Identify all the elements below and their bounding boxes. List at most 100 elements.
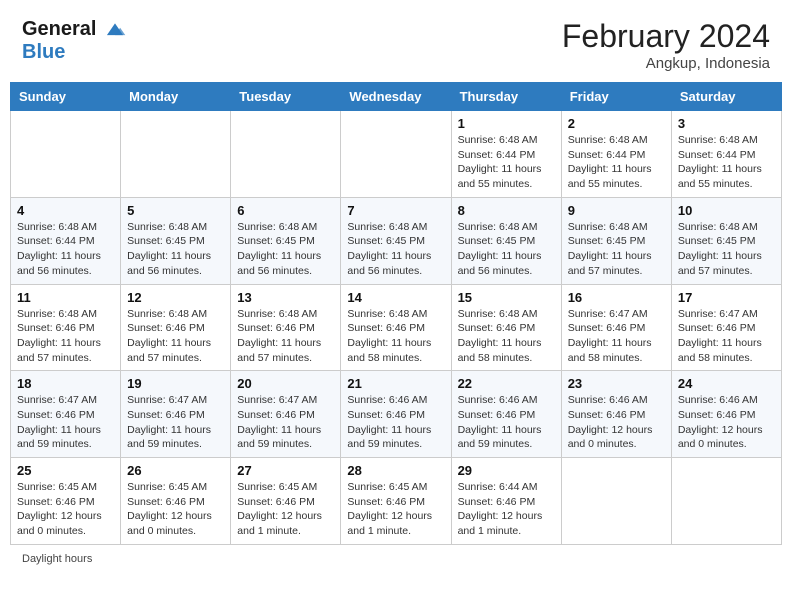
calendar-cell (121, 111, 231, 198)
day-info: Sunrise: 6:46 AMSunset: 6:46 PMDaylight:… (568, 393, 665, 452)
calendar-day-header: Friday (561, 83, 671, 111)
day-number: 17 (678, 290, 775, 305)
calendar-cell: 16 Sunrise: 6:47 AMSunset: 6:46 PMDayligh… (561, 284, 671, 371)
calendar-cell: 8 Sunrise: 6:48 AMSunset: 6:45 PMDaylight… (451, 197, 561, 284)
calendar-cell: 9 Sunrise: 6:48 AMSunset: 6:45 PMDaylight… (561, 197, 671, 284)
calendar-cell: 13 Sunrise: 6:48 AMSunset: 6:46 PMDayligh… (231, 284, 341, 371)
day-info: Sunrise: 6:48 AMSunset: 6:46 PMDaylight:… (458, 307, 555, 366)
calendar-day-header: Thursday (451, 83, 561, 111)
calendar-cell: 29 Sunrise: 6:44 AMSunset: 6:46 PMDayligh… (451, 458, 561, 545)
day-info: Sunrise: 6:45 AMSunset: 6:46 PMDaylight:… (127, 480, 224, 539)
calendar-week-row: 11 Sunrise: 6:48 AMSunset: 6:46 PMDayligh… (11, 284, 782, 371)
calendar-week-row: 4 Sunrise: 6:48 AMSunset: 6:44 PMDaylight… (11, 197, 782, 284)
calendar-day-header: Wednesday (341, 83, 451, 111)
day-number: 22 (458, 376, 555, 391)
calendar-cell: 23 Sunrise: 6:46 AMSunset: 6:46 PMDayligh… (561, 371, 671, 458)
day-number: 11 (17, 290, 114, 305)
calendar-cell (231, 111, 341, 198)
day-info: Sunrise: 6:48 AMSunset: 6:44 PMDaylight:… (17, 220, 114, 279)
day-number: 8 (458, 203, 555, 218)
calendar-cell: 15Sunrise: 6:48 AMSunset: 6:46 PMDayligh… (451, 284, 561, 371)
calendar-cell: 11Sunrise: 6:48 AMSunset: 6:46 PMDayligh… (11, 284, 121, 371)
day-number: 20 (237, 376, 334, 391)
calendar-week-row: 18Sunrise: 6:47 AMSunset: 6:46 PMDayligh… (11, 371, 782, 458)
calendar-cell: 26Sunrise: 6:45 AMSunset: 6:46 PMDayligh… (121, 458, 231, 545)
calendar-cell: 20 Sunrise: 6:47 AMSunset: 6:46 PMDayligh… (231, 371, 341, 458)
calendar-day-header: Tuesday (231, 83, 341, 111)
day-info: Sunrise: 6:48 AMSunset: 6:46 PMDaylight:… (237, 307, 334, 366)
calendar-cell: 1 Sunrise: 6:48 AMSunset: 6:44 PMDaylight… (451, 111, 561, 198)
day-info: Sunrise: 6:48 AMSunset: 6:46 PMDaylight:… (127, 307, 224, 366)
calendar-table: SundayMondayTuesdayWednesdayThursdayFrid… (10, 82, 782, 545)
day-info: Sunrise: 6:48 AMSunset: 6:45 PMDaylight:… (237, 220, 334, 279)
day-number: 9 (568, 203, 665, 218)
day-info: Sunrise: 6:48 AMSunset: 6:44 PMDaylight:… (458, 133, 555, 192)
day-info: Sunrise: 6:46 AMSunset: 6:46 PMDaylight:… (347, 393, 444, 452)
day-number: 29 (458, 463, 555, 478)
calendar-cell: 17Sunrise: 6:47 AMSunset: 6:46 PMDayligh… (671, 284, 781, 371)
calendar-cell: 10 Sunrise: 6:48 AMSunset: 6:45 PMDayligh… (671, 197, 781, 284)
title-block: February 2024 Angkup, Indonesia (562, 18, 770, 72)
day-info: Sunrise: 6:48 AMSunset: 6:44 PMDaylight:… (678, 133, 775, 192)
day-info: Sunrise: 6:48 AMSunset: 6:45 PMDaylight:… (678, 220, 775, 279)
calendar-cell: 21 Sunrise: 6:46 AMSunset: 6:46 PMDayligh… (341, 371, 451, 458)
day-number: 21 (347, 376, 444, 391)
month-year: February 2024 (562, 18, 770, 55)
day-info: Sunrise: 6:47 AMSunset: 6:46 PMDaylight:… (17, 393, 114, 452)
day-info: Sunrise: 6:47 AMSunset: 6:46 PMDaylight:… (237, 393, 334, 452)
calendar-cell: 14 Sunrise: 6:48 AMSunset: 6:46 PMDayligh… (341, 284, 451, 371)
day-number: 23 (568, 376, 665, 391)
calendar-cell: 4 Sunrise: 6:48 AMSunset: 6:44 PMDaylight… (11, 197, 121, 284)
day-info: Sunrise: 6:48 AMSunset: 6:44 PMDaylight:… (568, 133, 665, 192)
day-number: 4 (17, 203, 114, 218)
calendar-cell: 19Sunrise: 6:47 AMSunset: 6:46 PMDayligh… (121, 371, 231, 458)
day-info: Sunrise: 6:48 AMSunset: 6:45 PMDaylight:… (347, 220, 444, 279)
day-info: Sunrise: 6:45 AMSunset: 6:46 PMDaylight:… (347, 480, 444, 539)
footer: Daylight hours (10, 553, 782, 565)
calendar-cell: 2 Sunrise: 6:48 AMSunset: 6:44 PMDaylight… (561, 111, 671, 198)
calendar-cell: 6 Sunrise: 6:48 AMSunset: 6:45 PMDaylight… (231, 197, 341, 284)
calendar-week-row: 25 Sunrise: 6:45 AMSunset: 6:46 PMDayligh… (11, 458, 782, 545)
logo-text: General (22, 18, 126, 41)
day-number: 7 (347, 203, 444, 218)
day-info: Sunrise: 6:48 AMSunset: 6:46 PMDaylight:… (347, 307, 444, 366)
day-info: Sunrise: 6:47 AMSunset: 6:46 PMDaylight:… (568, 307, 665, 366)
day-number: 1 (458, 116, 555, 131)
day-number: 13 (237, 290, 334, 305)
day-info: Sunrise: 6:48 AMSunset: 6:45 PMDaylight:… (458, 220, 555, 279)
calendar-header-row: SundayMondayTuesdayWednesdayThursdayFrid… (11, 83, 782, 111)
calendar-cell: 27 Sunrise: 6:45 AMSunset: 6:46 PMDayligh… (231, 458, 341, 545)
day-number: 5 (127, 203, 224, 218)
location: Angkup, Indonesia (562, 55, 770, 72)
day-number: 28 (347, 463, 444, 478)
calendar-cell: 22Sunrise: 6:46 AMSunset: 6:46 PMDayligh… (451, 371, 561, 458)
calendar-cell: 28 Sunrise: 6:45 AMSunset: 6:46 PMDayligh… (341, 458, 451, 545)
day-number: 6 (237, 203, 334, 218)
day-number: 19 (127, 376, 224, 391)
calendar-cell: 5 Sunrise: 6:48 AMSunset: 6:45 PMDaylight… (121, 197, 231, 284)
day-number: 25 (17, 463, 114, 478)
logo-blue: Blue (22, 41, 126, 63)
day-number: 14 (347, 290, 444, 305)
day-number: 27 (237, 463, 334, 478)
calendar-cell (671, 458, 781, 545)
day-info: Sunrise: 6:48 AMSunset: 6:45 PMDaylight:… (568, 220, 665, 279)
calendar-day-header: Sunday (11, 83, 121, 111)
day-info: Sunrise: 6:45 AMSunset: 6:46 PMDaylight:… (237, 480, 334, 539)
calendar-cell (341, 111, 451, 198)
day-number: 2 (568, 116, 665, 131)
day-number: 12 (127, 290, 224, 305)
day-number: 24 (678, 376, 775, 391)
day-info: Sunrise: 6:44 AMSunset: 6:46 PMDaylight:… (458, 480, 555, 539)
day-number: 10 (678, 203, 775, 218)
day-info: Sunrise: 6:48 AMSunset: 6:45 PMDaylight:… (127, 220, 224, 279)
calendar-day-header: Monday (121, 83, 231, 111)
calendar-cell (11, 111, 121, 198)
day-number: 16 (568, 290, 665, 305)
logo-icon (104, 19, 126, 41)
calendar-week-row: 1 Sunrise: 6:48 AMSunset: 6:44 PMDaylight… (11, 111, 782, 198)
calendar-cell: 25Sunrise: 6:45 AMSunset: 6:46 PMDayligh… (11, 458, 121, 545)
calendar-cell: 7 Sunrise: 6:48 AMSunset: 6:45 PMDaylight… (341, 197, 451, 284)
calendar-day-header: Saturday (671, 83, 781, 111)
calendar-cell: 24Sunrise: 6:46 AMSunset: 6:46 PMDayligh… (671, 371, 781, 458)
